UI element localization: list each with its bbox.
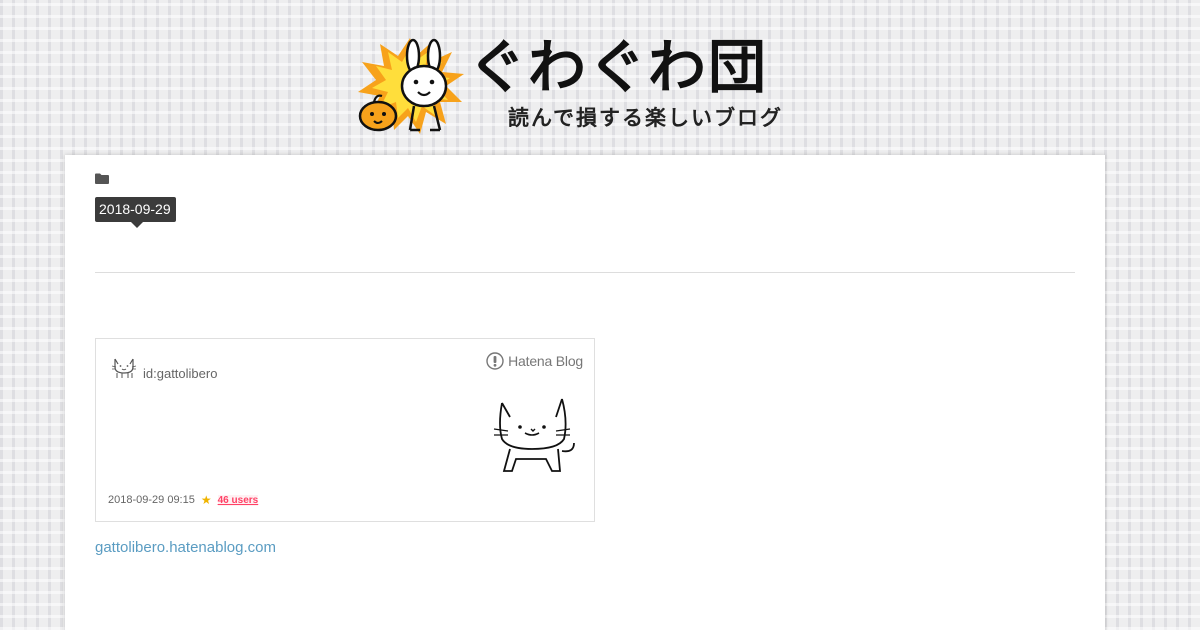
article-card: 2018-09-29 id:gattolibero Hatena Blog 20… (65, 155, 1105, 630)
embed-user-id[interactable]: id:gattolibero (143, 366, 217, 381)
embed-meta: 2018-09-29 09:15 ★ 46 users (108, 493, 259, 507)
cat-thumbnail-icon[interactable] (492, 395, 580, 479)
article-date-badge: 2018-09-29 (95, 197, 176, 228)
embed-timestamp: 2018-09-29 09:15 (108, 494, 195, 506)
site-tagline: 読んで損する楽しいブログ (508, 106, 783, 130)
bookmark-users-count[interactable]: 46 users (217, 494, 259, 506)
source-url-link[interactable]: gattolibero.hatenablog.com (95, 539, 276, 556)
hatena-blog-label: Hatena Blog (508, 353, 583, 369)
site-logo-mascot-icon[interactable] (350, 30, 470, 140)
star-icon: ★ (200, 493, 212, 507)
site-header: ぐわぐわ団 読んで損する楽しいブログ (350, 30, 850, 140)
user-avatar-cat-icon[interactable] (111, 353, 137, 379)
hatena-blog-brand[interactable]: Hatena Blog (486, 351, 583, 371)
header-divider (95, 272, 1075, 273)
site-title[interactable]: ぐわぐわ団 (468, 34, 768, 100)
blog-embed-card[interactable]: id:gattolibero Hatena Blog 2018-09-29 09… (95, 338, 595, 522)
hatena-logo-icon (486, 352, 504, 370)
folder-icon[interactable] (95, 173, 109, 184)
